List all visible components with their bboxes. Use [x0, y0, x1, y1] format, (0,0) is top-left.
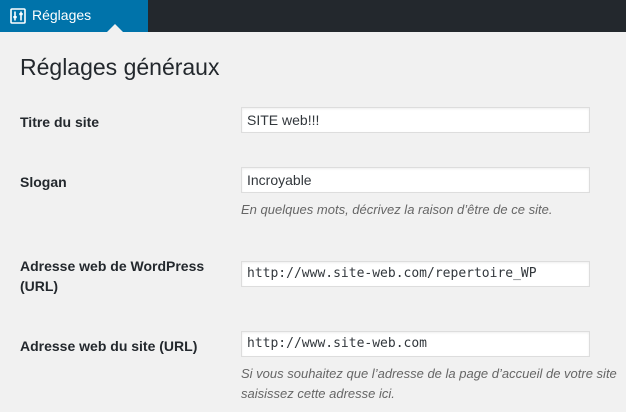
wordpress-address-input[interactable]: http://www.site-web.com/repertoire_WP [241, 261, 590, 287]
admin-bar: Réglages [0, 0, 626, 32]
wordpress-address-label-line2: (URL) [20, 278, 59, 294]
site-address-description: Si vous souhaitez que l’adresse de la pa… [241, 364, 617, 404]
site-title-input[interactable]: SITE web!!! [241, 107, 590, 133]
tagline-label: Slogan [20, 174, 67, 190]
site-title-label: Titre du site [20, 114, 100, 130]
wordpress-address-label-line1: Adresse web de WordPress [20, 258, 205, 274]
settings-sliders-icon [10, 8, 26, 24]
site-address-description-line1: Si vous souhaitez que l’adresse de la pa… [241, 366, 617, 381]
tagline-input[interactable]: Incroyable [241, 167, 590, 193]
current-menu-arrow [107, 24, 123, 32]
site-address-input[interactable]: http://www.site-web.com [241, 331, 590, 357]
wordpress-address-label: Adresse web de WordPress (URL) [20, 256, 220, 296]
site-address-description-line2: saisissez cette adresse ici. [241, 386, 395, 401]
menu-item-label: Réglages [32, 7, 92, 23]
menu-item-reglages[interactable]: Réglages [0, 0, 148, 32]
site-address-label: Adresse web du site (URL) [20, 338, 198, 354]
tagline-description: En quelques mots, décrivez la raison d’ê… [241, 202, 553, 217]
page-title: Réglages généraux [20, 54, 220, 80]
